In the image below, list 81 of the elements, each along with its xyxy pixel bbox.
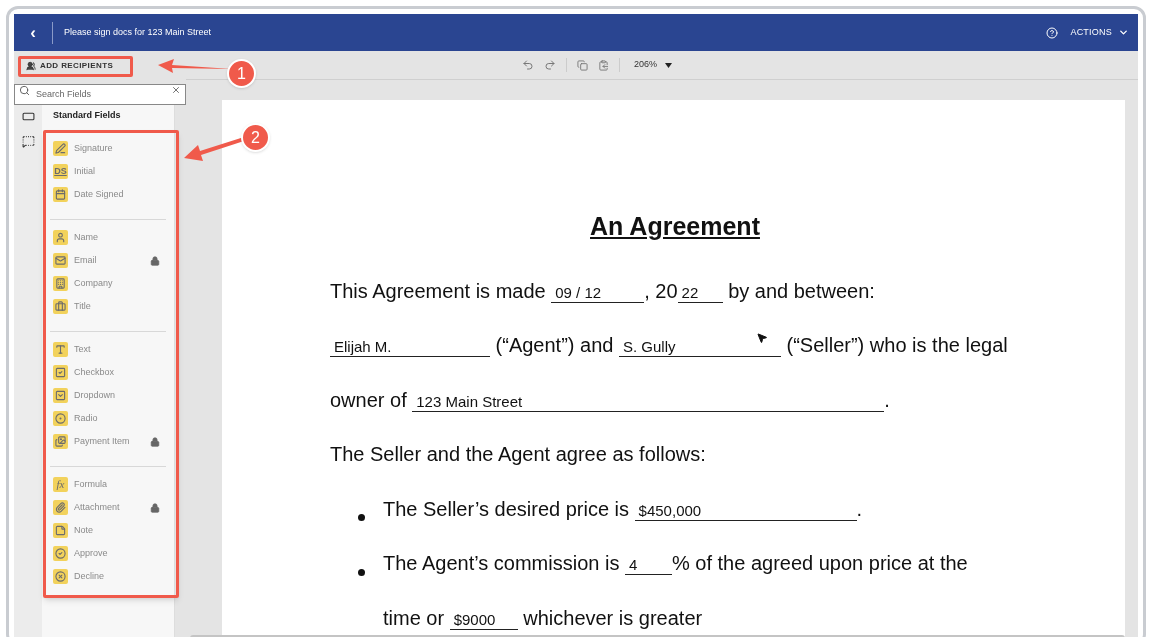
person-icon [53,230,68,245]
chevron-down-icon [1118,27,1129,38]
agreement-text: . [884,387,890,413]
field-item[interactable]: DS Initial [50,160,166,183]
lock-icon [150,502,160,513]
x-circle-icon [53,569,68,584]
search-icon [19,85,30,96]
formula-icon: fx [53,477,68,492]
bullet-icon [358,514,365,522]
fill-in-line[interactable]: 123 Main Street [412,391,885,412]
text-icon [53,342,68,357]
agreement-text: (“Seller”) who is the legal [785,333,1008,358]
field-item[interactable]: Decline [50,565,166,588]
field-item[interactable]: Title [50,295,166,318]
agreement-text: % of the agreed upon price at the [671,551,968,576]
fill-in-line[interactable]: Elijah M. [330,337,490,357]
paperclip-icon [53,500,68,515]
initials-icon: DS [53,164,68,179]
field-item[interactable]: Date Signed [50,183,166,206]
dropdown-icon [53,388,68,403]
note-icon [53,523,68,538]
agreement-text: owner of [330,387,408,413]
field-item[interactable]: fx Formula [50,473,166,496]
field-item[interactable]: Attachment [50,496,166,519]
agreement-title: An Agreement [590,211,760,242]
redo-icon[interactable] [544,59,556,71]
copy-icon[interactable] [577,59,588,71]
calendar-icon [53,187,68,202]
back-button[interactable]: ‹ [14,14,52,51]
checkbox-icon [53,365,68,380]
field-item[interactable]: Checkbox [50,361,166,384]
envelope-icon [53,253,68,268]
pen-icon [53,141,68,156]
lock-icon [150,436,160,447]
zoom-dropdown[interactable]: 206% [634,58,672,72]
help-icon[interactable] [1046,26,1059,39]
field-item[interactable]: Email [50,249,166,272]
document-title: Please sign docs for 123 Main Street [64,25,212,39]
add-recipients-button[interactable]: ADD RECIPIENTS [22,56,118,75]
search-field[interactable]: Search Fields [14,83,186,105]
field-item[interactable]: Text [50,338,166,361]
field-item[interactable]: Note [50,519,166,542]
building-icon [53,276,68,291]
agreement-text: The Agent’s commission is [383,551,621,576]
field-item[interactable]: Approve [50,542,166,565]
agreement-text: whichever is greater [522,605,703,631]
people-icon [26,60,36,71]
agreement-text: , 20 [644,278,678,304]
fill-in-line[interactable]: $450,000 [634,500,857,521]
field-item[interactable]: Company [50,272,166,295]
field-item[interactable]: Payment Item [50,430,166,453]
radio-icon [53,411,68,426]
field-item[interactable]: Dropdown [50,384,166,407]
fill-in-line[interactable]: 4 [624,555,672,575]
lock-icon [150,255,160,266]
payment-icon [53,434,68,449]
clear-icon[interactable] [171,85,181,95]
fields-tab-icon[interactable] [21,110,35,123]
agreement-text: time or [383,605,446,631]
field-item[interactable]: Radio [50,407,166,430]
field-item[interactable]: Name [50,226,166,249]
undo-icon[interactable] [522,59,534,71]
check-circle-icon [53,546,68,561]
section-heading: Standard Fields [52,109,122,123]
custom-fields-tab-icon[interactable] [21,135,35,148]
fill-in-line[interactable]: 09 / 12 [551,282,645,303]
bullet-icon [358,568,365,576]
fill-in-line[interactable]: 22 [677,282,723,303]
paste-icon[interactable] [598,59,609,71]
actions-menu[interactable]: ACTIONS [1070,25,1129,40]
fill-in-line[interactable]: $9000 [449,609,518,630]
agreement-text: The Seller’s desired price is [383,496,631,522]
mouse-cursor-icon [756,332,768,344]
agreement-text: by and between: [727,278,875,304]
field-item[interactable]: Signature [50,137,166,160]
agreement-text: The Seller and the Agent agree as follows: [330,442,706,467]
agreement-text: . [856,496,863,522]
agreement-text: This Agreement is made [330,278,547,304]
briefcase-icon [53,299,68,314]
caret-icon [665,62,672,68]
agreement-text: (“Agent”) and [494,333,615,358]
